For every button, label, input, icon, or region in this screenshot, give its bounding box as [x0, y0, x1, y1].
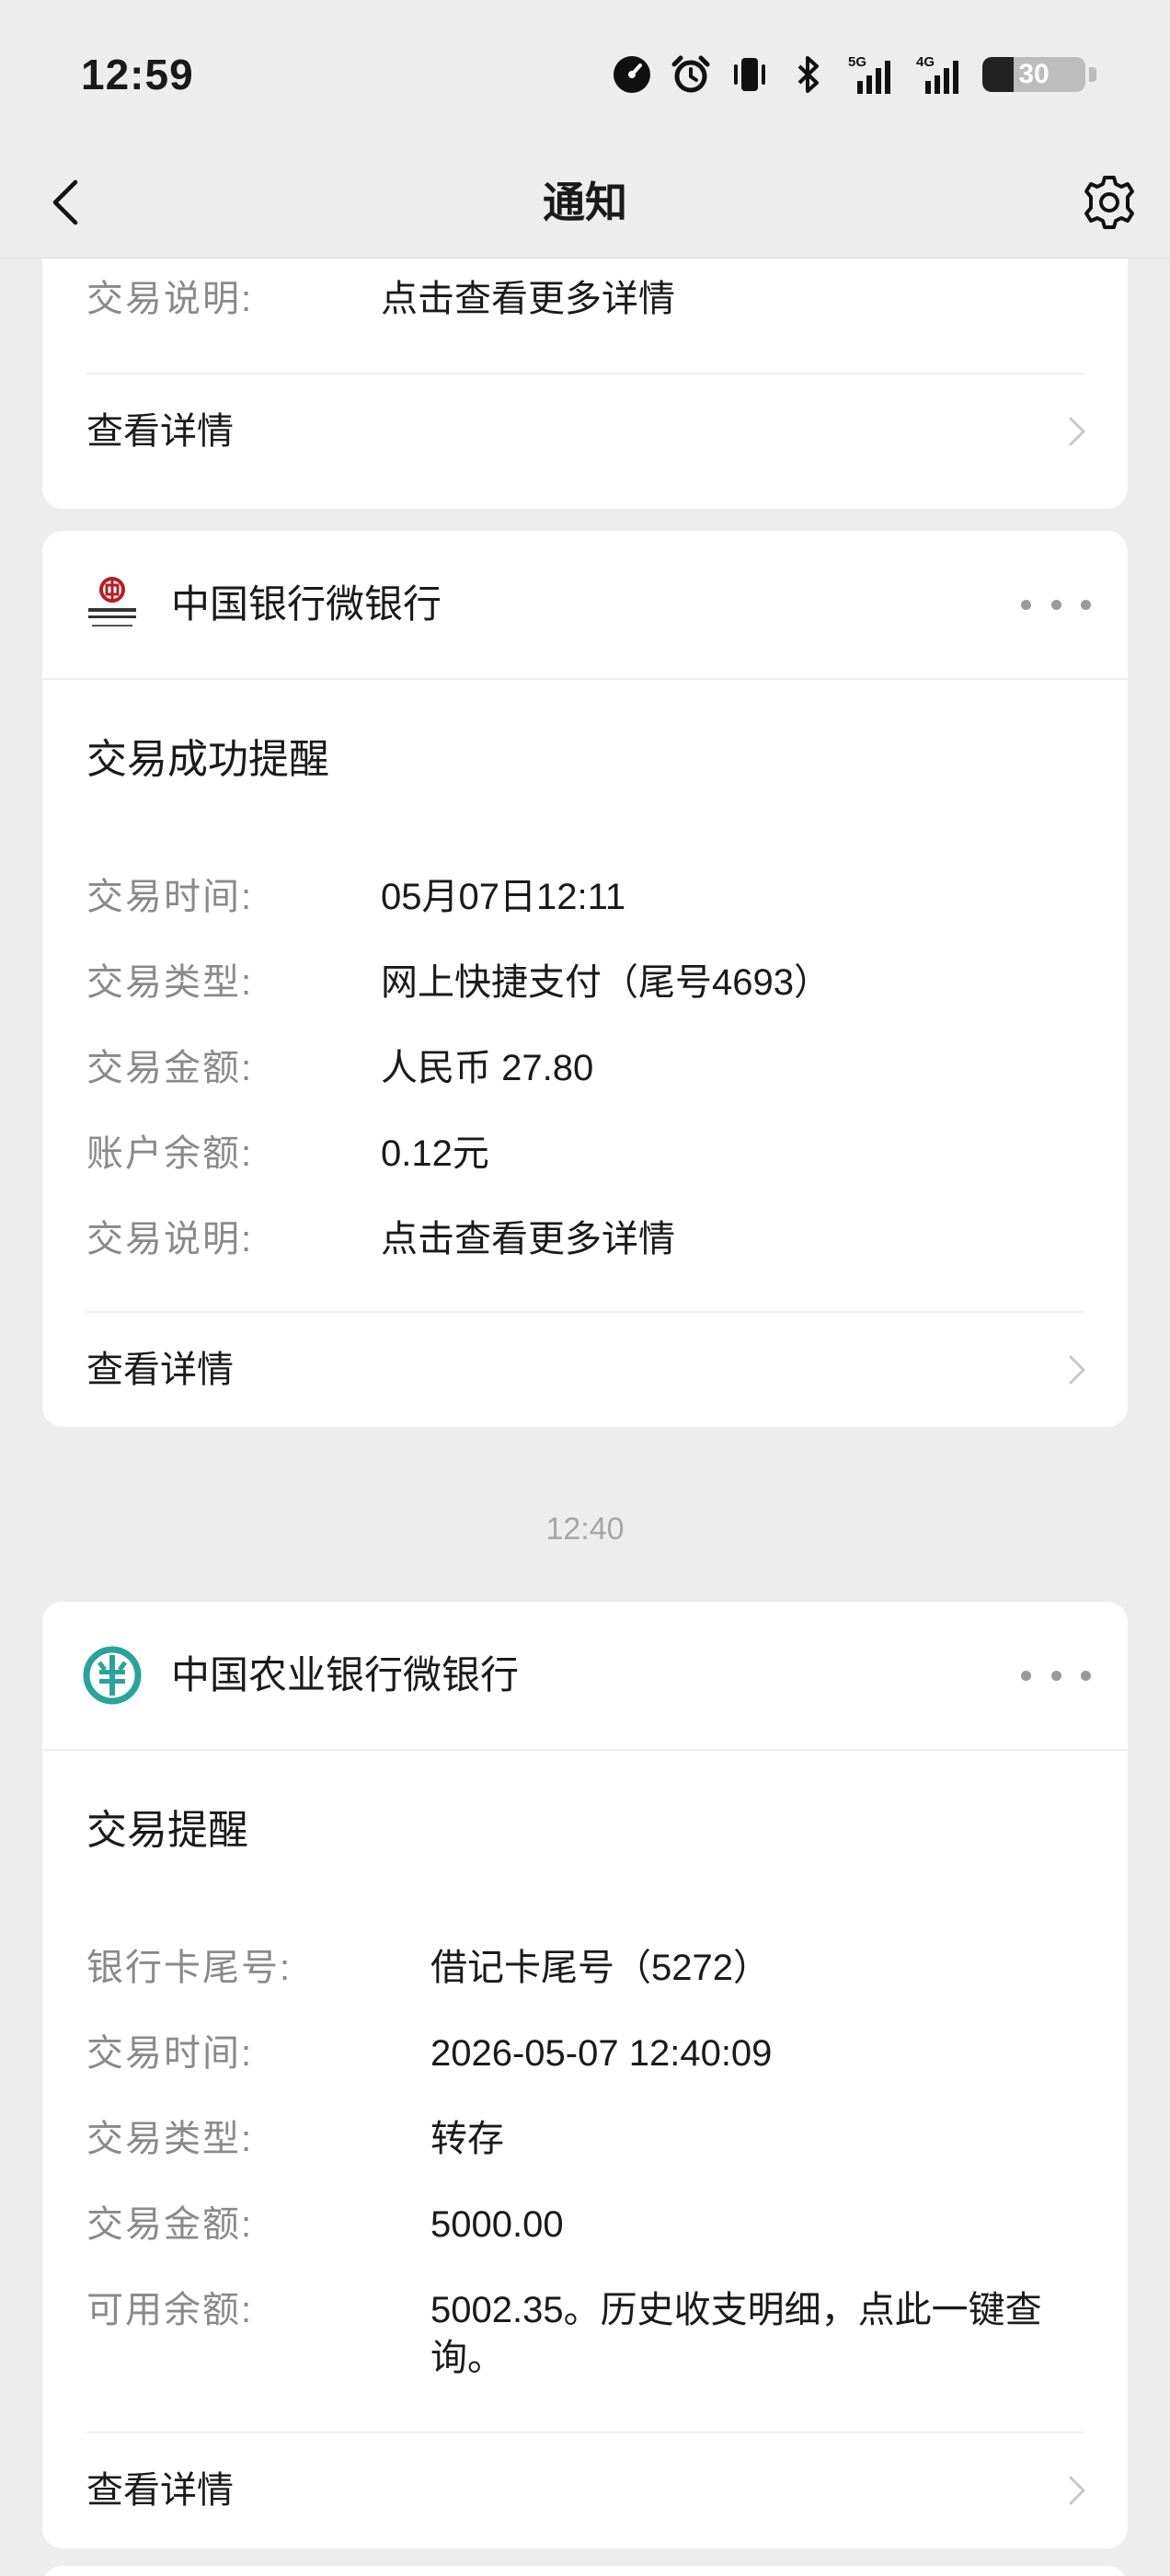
- settings-button[interactable]: [1076, 169, 1142, 236]
- vibrate-icon: [728, 53, 771, 96]
- info-row: 交易金额: 5000.00: [86, 2201, 1084, 2248]
- row-label: 交易时间:: [86, 2033, 254, 2074]
- notification-title: 交易提醒: [86, 1808, 248, 1853]
- info-row: 交易时间: 2026-05-07 12:40:09: [86, 2030, 1084, 2077]
- info-row: 交易时间: 05月07日12:11: [86, 873, 1084, 921]
- row-value: 点击查看更多详情: [381, 1219, 675, 1259]
- info-row: 交易类型: 转存: [86, 2115, 1084, 2163]
- row-value: 0.12元: [381, 1133, 489, 1174]
- view-details-link[interactable]: 查看详情: [86, 374, 1091, 489]
- more-options-button[interactable]: [1021, 582, 1091, 627]
- page-title: 通知: [543, 178, 627, 226]
- row-label: 交易类型:: [86, 962, 254, 1003]
- card-header[interactable]: 中国农业银行微银行: [42, 1602, 1128, 1751]
- info-row: 交易类型: 网上快捷支付（尾号4693）: [86, 959, 1084, 1006]
- bluetooth-icon: [787, 53, 830, 96]
- row-label: 交易金额:: [86, 2204, 254, 2245]
- chevron-right-icon: [1069, 2476, 1085, 2505]
- chevron-right-icon: [1069, 417, 1085, 446]
- signal-4g-icon: 4G: [914, 53, 966, 96]
- notification-title: 交易成功提醒: [86, 737, 329, 782]
- notification-card-boc: 中国银行微银行 交易成功提醒 交易时间: 05月07日12:11 交易类型: 网…: [42, 531, 1128, 1427]
- row-value: 5000.00: [430, 2204, 564, 2245]
- card-header[interactable]: 中国银行微银行: [42, 531, 1128, 680]
- row-value: 网上快捷支付（尾号4693）: [381, 962, 831, 1003]
- signal-5g-icon: 5G: [846, 53, 898, 96]
- row-label: 交易金额:: [86, 1048, 254, 1088]
- status-icons: 5G 4G 30: [611, 50, 1096, 99]
- view-details-label: 查看详情: [86, 2470, 234, 2511]
- svg-text:5G: 5G: [848, 54, 866, 70]
- timestamp: 12:40: [545, 1512, 625, 1547]
- notification-card-abc: 中国农业银行微银行 交易提醒 银行卡尾号: 借记卡尾号（5272） 交易时间: …: [42, 1602, 1128, 2548]
- row-value: 05月07日12:11: [381, 877, 626, 917]
- battery-percent: 30: [1018, 59, 1050, 89]
- info-row: 交易金额: 人民币 27.80: [86, 1044, 1084, 1092]
- speedometer-icon: [611, 53, 653, 96]
- gear-icon: [1084, 176, 1134, 229]
- row-value-line: 5002.35。历史收支明细，点此一键查: [430, 2290, 1042, 2330]
- battery-icon: 30: [982, 53, 1096, 96]
- row-label: 交易说明:: [86, 1219, 254, 1259]
- notification-list[interactable]: 交易说明: 点击查看更多详情 查看详情 中国银行微银行 交易成功提醒 交易时间:: [0, 259, 1170, 2576]
- row-label: 账户余额:: [86, 1133, 254, 1174]
- row-value: 人民币 27.80: [381, 1048, 594, 1088]
- bank-of-china-logo: [88, 577, 136, 627]
- row-label: 交易说明:: [86, 279, 254, 319]
- notification-card-next: [42, 2566, 1128, 2576]
- status-time: 12:59: [81, 51, 194, 98]
- row-label: 交易时间:: [86, 877, 254, 917]
- row-value: 转存: [430, 2119, 504, 2159]
- row-label: 可用余额:: [86, 2290, 254, 2330]
- status-bar: 12:59 5G 4G 30: [0, 0, 1170, 147]
- agricultural-bank-logo: [83, 1646, 142, 1705]
- view-details-link[interactable]: 查看详情: [86, 2433, 1091, 2547]
- view-details-label: 查看详情: [86, 411, 234, 452]
- row-label: 交易类型:: [86, 2119, 254, 2159]
- row-label: 银行卡尾号:: [86, 1948, 292, 1988]
- alarm-icon: [670, 53, 712, 96]
- more-options-button[interactable]: [1021, 1653, 1091, 1697]
- bank-name: 中国银行微银行: [171, 582, 442, 626]
- row-value: 2026-05-07 12:40:09: [430, 2033, 773, 2074]
- bank-name: 中国农业银行微银行: [171, 1653, 520, 1696]
- info-row: 交易说明: 点击查看更多详情: [86, 1215, 1084, 1263]
- chevron-right-icon: [1069, 1355, 1085, 1385]
- nav-bar: 通知: [0, 147, 1170, 259]
- view-details-label: 查看详情: [86, 1350, 234, 1390]
- notification-card-partial: 交易说明: 点击查看更多详情 查看详情: [42, 259, 1128, 509]
- svg-text:4G: 4G: [916, 54, 935, 70]
- row-value: 借记卡尾号（5272）: [430, 1948, 770, 1988]
- info-row: 银行卡尾号: 借记卡尾号（5272）: [86, 1944, 1084, 1992]
- row-value-line: 询。: [430, 2338, 504, 2378]
- info-row: 交易说明: 点击查看更多详情: [86, 275, 1084, 323]
- row-value: 点击查看更多详情: [381, 279, 675, 319]
- info-row: 账户余额: 0.12元: [86, 1130, 1084, 1178]
- view-details-link[interactable]: 查看详情: [86, 1313, 1091, 1427]
- info-row: 可用余额: 5002.35。历史收支明细，点此一键查 询。: [86, 2286, 1084, 2387]
- row-value: 5002.35。历史收支明细，点此一键查 询。: [430, 2286, 1042, 2382]
